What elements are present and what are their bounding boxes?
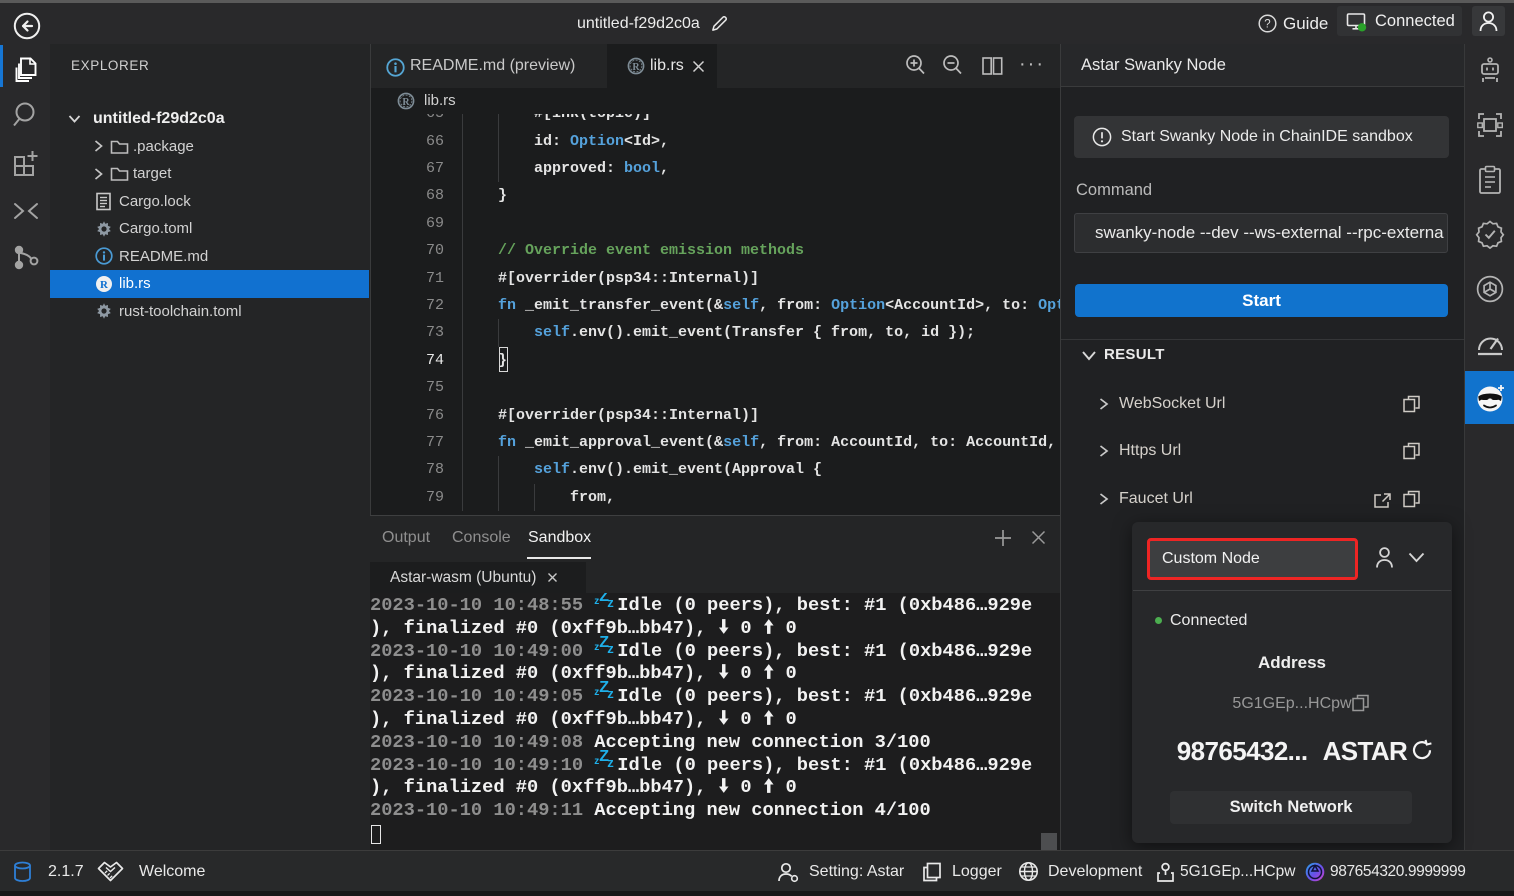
svg-text:R: R <box>402 97 410 108</box>
svg-text:R: R <box>100 279 109 291</box>
svg-text:?: ? <box>1264 19 1270 31</box>
svg-text:R: R <box>632 62 640 73</box>
